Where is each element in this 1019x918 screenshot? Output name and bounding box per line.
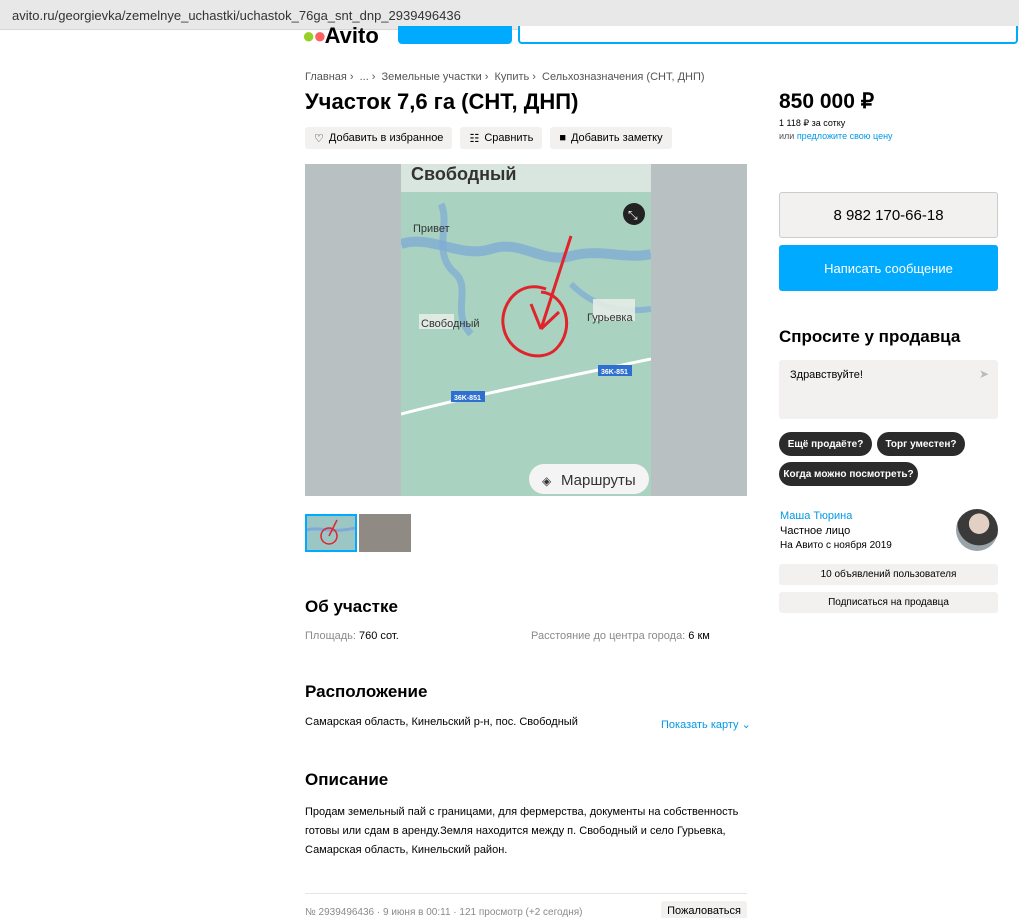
svg-text:Свободный: Свободный	[421, 318, 480, 330]
svg-text:36K-851: 36K-851	[601, 369, 628, 376]
all-categories-button[interactable]	[398, 26, 512, 44]
thumbnail-1[interactable]	[305, 514, 357, 552]
page-title: Участок 7,6 га (СНТ, ДНП)	[305, 89, 579, 114]
location-heading: Расположение	[305, 682, 428, 701]
ask-seller-text: Здравствуйте!	[790, 369, 863, 381]
price-per-unit: 1 118 ₽ за сотку	[779, 118, 846, 128]
description-heading: Описание	[305, 770, 389, 789]
chip-when-view[interactable]: Когда можно посмотреть?	[779, 462, 918, 486]
listing-actions: ♡ Добавить в избранное ☷ Сравнить ■ Доба…	[305, 127, 672, 149]
chip-bargain[interactable]: Торг уместен?	[877, 432, 965, 456]
seller-since: На Авито с ноября 2019	[780, 540, 892, 551]
user-ads-button[interactable]: 10 объявлений пользователя	[779, 564, 998, 585]
about-heading: Об участке	[305, 597, 398, 616]
add-note-button[interactable]: ■ Добавить заметку	[550, 127, 672, 149]
svg-text:Гурьевка: Гурьевка	[587, 312, 633, 324]
offer-price-link[interactable]: предложите свою цену	[797, 131, 893, 141]
breadcrumb-item-agri[interactable]: Сельхозназначения (СНТ, ДНП)	[542, 71, 705, 83]
photo-thumbnails	[305, 514, 411, 552]
compare-icon: ☷	[469, 132, 480, 145]
svg-text:Привет: Привет	[413, 223, 450, 235]
site-header: ●●Avito	[300, 26, 1019, 46]
seller-type: Частное лицо	[780, 525, 851, 537]
svg-text:Свободный: Свободный	[411, 164, 516, 184]
show-map-link[interactable]: Показать карту ⌄	[661, 718, 751, 731]
svg-text:Маршруты: Маршруты	[561, 472, 636, 489]
breadcrumb-item-land[interactable]: Земельные участки	[382, 71, 482, 83]
send-icon[interactable]: ➤	[979, 367, 989, 381]
map-photo: Свободный Привет Свободный Гурьевка 36K-…	[401, 164, 651, 496]
area-property: Площадь: 760 сот.	[305, 630, 399, 642]
add-to-favorites-button[interactable]: ♡ Добавить в избранное	[305, 127, 453, 149]
breadcrumb: Главная › ... › Земельные участки › Купить ›…	[305, 71, 705, 83]
note-icon: ■	[559, 132, 566, 144]
show-phone-button[interactable]: 8 982 170-66-18	[779, 192, 998, 238]
route-icon: ◈	[542, 474, 552, 488]
breadcrumb-item-buy[interactable]: Купить	[494, 71, 529, 83]
compare-button[interactable]: ☷ Сравнить	[460, 127, 543, 149]
seller-name-link[interactable]: Маша Тюрина	[780, 510, 852, 522]
main-photo[interactable]: Свободный Привет Свободный Гурьевка 36K-…	[305, 164, 747, 496]
description-text: Продам земельный пай с границами, для фе…	[305, 806, 739, 856]
breadcrumb-item-ellipsis[interactable]: ...	[360, 71, 369, 83]
avito-logo[interactable]: ●●Avito	[302, 26, 379, 46]
breadcrumb-item-home[interactable]: Главная	[305, 71, 347, 83]
chevron-down-icon: ⌄	[741, 719, 751, 731]
divider	[305, 893, 747, 894]
heart-icon: ♡	[314, 132, 324, 145]
svg-text:36K-851: 36K-851	[454, 395, 481, 402]
write-message-button[interactable]: Написать сообщение	[779, 245, 998, 291]
listing-meta: № 2939496436 · 9 июня в 00:11 · 121 прос…	[305, 907, 583, 918]
distance-property: Расстояние до центра города: 6 км	[531, 630, 710, 642]
svg-text:⤡: ⤡	[628, 208, 638, 222]
ask-seller-input[interactable]: Здравствуйте! ➤	[779, 360, 998, 419]
avatar[interactable]	[956, 509, 998, 551]
address-text: Самарская область, Кинельский р-н, пос. …	[305, 716, 578, 728]
subscribe-seller-button[interactable]: Подписаться на продавца	[779, 592, 998, 613]
chip-still-selling[interactable]: Ещё продаёте?	[779, 432, 872, 456]
price: 850 000 ₽	[779, 90, 875, 113]
offer-price: или предложите свою цену	[779, 131, 893, 141]
thumbnail-2[interactable]	[359, 514, 411, 552]
search-input[interactable]	[518, 26, 1018, 44]
complain-button[interactable]: Пожаловаться	[661, 901, 747, 918]
ask-seller-heading: Спросите у продавца	[779, 327, 961, 346]
